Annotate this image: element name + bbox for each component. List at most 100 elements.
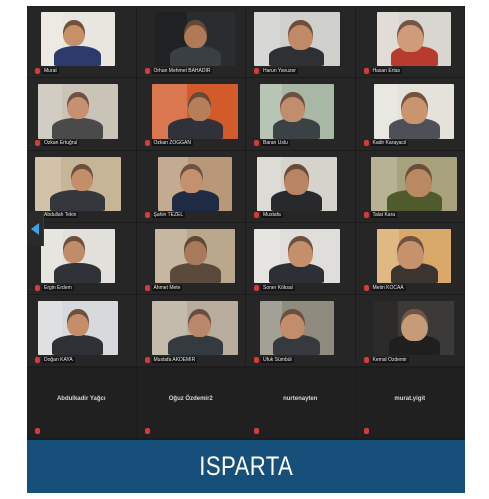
- participant-name: Ergin Erdem: [42, 284, 74, 291]
- participant-tile[interactable]: Talat Kara: [355, 150, 464, 222]
- participant-shoulders: [54, 262, 102, 284]
- participant-name: nurtenayten: [283, 395, 318, 402]
- muted-mic-icon: [254, 284, 259, 291]
- participant-name-tag: Ahmet Mete: [144, 283, 183, 292]
- muted-mic-icon: [35, 67, 40, 74]
- participant-face: [66, 308, 89, 336]
- participant-name-tag: Kemal Özdemir: [363, 355, 409, 364]
- participant-face: [397, 236, 424, 269]
- participant-face: [187, 308, 211, 338]
- participant-name: Özkan ZOĞĞAN: [151, 140, 194, 147]
- participant-face: [183, 236, 207, 266]
- muted-mic-icon: [363, 140, 369, 147]
- participant-face: [401, 91, 428, 125]
- participant-name: Talat Kara: [370, 212, 398, 219]
- participant-tile[interactable]: Doğan KAYA: [27, 295, 136, 367]
- participant-video: [40, 12, 115, 67]
- participant-name: Soner Köksal: [261, 284, 295, 291]
- participant-name: Abdulkadir Yağcı: [56, 395, 106, 402]
- participant-name-tag: Mustafa: [254, 211, 283, 220]
- audio-only-tile[interactable]: Abdulkadir Yağcı: [27, 367, 136, 438]
- participant-tile[interactable]: Metin KOCAA: [355, 222, 464, 295]
- participant-video: [152, 301, 239, 356]
- participant-video: [253, 12, 340, 67]
- participant-face: [401, 308, 428, 342]
- participant-face: [62, 19, 85, 47]
- participant-video: [374, 84, 455, 139]
- participant-video: [259, 301, 334, 356]
- participant-tile[interactable]: Hasan Ertas: [355, 6, 464, 78]
- participant-tile[interactable]: Şahin TEZEL: [136, 150, 245, 222]
- participant-name: Baran Uslu: [261, 140, 290, 147]
- participant-face: [288, 19, 314, 51]
- participant-tile[interactable]: Özkan Ertuğrul: [27, 78, 136, 150]
- participant-tile[interactable]: Baran Uslu: [246, 78, 355, 150]
- audio-only-tile[interactable]: murat.yigit: [355, 367, 464, 438]
- video-meeting-window: Murat Orhan Mehmet BAHADIR Harun Yavuzer Ha…: [27, 6, 465, 493]
- participant-video: [371, 156, 458, 211]
- participant-grid: Murat Orhan Mehmet BAHADIR Harun Yavuzer Ha…: [27, 6, 465, 440]
- banner-title: ISPARTA: [199, 451, 293, 481]
- participant-face: [405, 164, 432, 197]
- participant-face: [183, 19, 207, 49]
- participant-face: [280, 91, 306, 123]
- participant-face: [284, 164, 310, 195]
- participant-tile[interactable]: Ufuk Sümbül: [246, 295, 355, 367]
- participant-face: [62, 236, 85, 264]
- participant-shoulders: [169, 45, 221, 67]
- location-banner: ISPARTA: [27, 440, 465, 493]
- participant-tile[interactable]: Harun Yavuzer: [246, 6, 355, 78]
- participant-name: Metin KOCAA: [370, 284, 406, 291]
- participant-name: Kadir Karayacıl: [370, 140, 409, 147]
- participant-name: Abdullah Tekin: [42, 212, 79, 219]
- participant-face: [70, 164, 93, 192]
- participant-face: [397, 19, 424, 52]
- audio-only-tile[interactable]: Oğuz Özdemir2: [136, 367, 245, 438]
- participant-name: Özkan Ertuğrul: [42, 140, 80, 147]
- participant-name: Mustafa AKDEMIR: [151, 356, 198, 363]
- participant-tile[interactable]: Orhan Mehmet BAHADIR: [136, 6, 245, 78]
- participant-name: Hasan Ertas: [370, 67, 403, 74]
- participant-name: Murat: [42, 67, 59, 74]
- participant-name: Mustafa: [261, 212, 283, 219]
- participant-name-tag: Harun Yavuzer: [254, 66, 298, 75]
- participant-name: Kemal Özdemir: [370, 356, 409, 363]
- participant-face: [179, 164, 203, 193]
- participant-shoulders: [54, 45, 102, 67]
- participant-tile[interactable]: Mustafa: [246, 150, 355, 222]
- participant-name-tag: Mustafa AKDEMIR: [144, 355, 198, 364]
- participant-tile[interactable]: Ahmet Mete: [136, 222, 245, 295]
- participant-tile[interactable]: Kemal Özdemir: [355, 295, 464, 367]
- participant-name: Oğuz Özdemir2: [168, 395, 213, 402]
- participant-video: [34, 156, 121, 211]
- participant-face: [187, 91, 211, 121]
- participant-name-tag: Soner Köksal: [254, 283, 295, 292]
- participant-video: [155, 228, 236, 284]
- muted-mic-icon: [35, 356, 40, 363]
- participant-tile[interactable]: Murat: [27, 6, 136, 78]
- participant-name: Harun Yavuzer: [261, 67, 298, 74]
- muted-mic-icon: [144, 67, 150, 74]
- previous-page-button[interactable]: [27, 212, 44, 246]
- participant-face: [288, 236, 314, 267]
- muted-mic-icon: [363, 356, 369, 363]
- muted-mic-icon: [363, 67, 369, 74]
- muted-mic-icon: [254, 427, 259, 434]
- muted-mic-icon: [144, 427, 150, 434]
- muted-mic-icon: [363, 427, 369, 434]
- participant-tile[interactable]: Kadir Karayacıl: [355, 78, 464, 150]
- participant-video: [40, 228, 115, 284]
- muted-mic-icon: [35, 140, 40, 147]
- participant-name-tag: Doğan KAYA: [35, 355, 75, 364]
- participant-video: [158, 156, 233, 211]
- participant-name-tag: Talat Kara: [363, 211, 398, 220]
- muted-mic-icon: [35, 427, 40, 434]
- participant-name-tag: Baran Uslu: [254, 139, 290, 148]
- muted-mic-icon: [363, 212, 369, 219]
- participant-tile[interactable]: Soner Köksal: [246, 222, 355, 295]
- participant-tile[interactable]: Özkan ZOĞĞAN: [136, 78, 245, 150]
- audio-only-tile[interactable]: nurtenayten: [246, 367, 355, 438]
- participant-shoulders: [171, 190, 219, 211]
- participant-tile[interactable]: Mustafa AKDEMIR: [136, 295, 245, 367]
- participant-video: [374, 301, 455, 356]
